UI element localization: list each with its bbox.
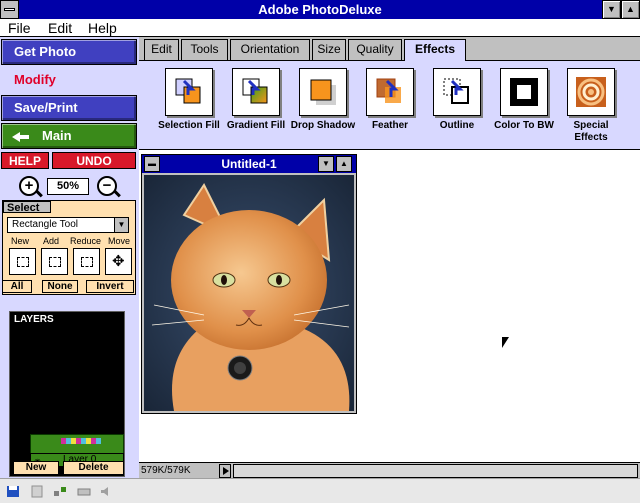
drive-icon[interactable] [77, 485, 91, 498]
mode-label-move: Move [108, 236, 131, 246]
gradient-fill-button[interactable] [232, 68, 280, 116]
selection-fill-icon [175, 78, 201, 104]
color-to-bw-label: Color To BW [494, 120, 554, 131]
marquee-icon [17, 257, 29, 267]
outline-button[interactable] [433, 68, 481, 116]
move-arrows-icon: ✥ [112, 253, 125, 270]
tab-quality[interactable]: Quality [348, 39, 402, 60]
mode-label-reduce: Reduce [70, 236, 102, 246]
select-title: Select [7, 202, 40, 214]
drop-shadow-button[interactable] [299, 68, 347, 116]
document-title: Untitled-1 [221, 157, 277, 171]
network-icon[interactable] [53, 485, 67, 498]
document-minimize-button[interactable]: ▼ [318, 156, 334, 172]
document-icon[interactable] [30, 485, 44, 498]
color-to-bw-icon [510, 78, 538, 106]
document-maximize-button[interactable]: ▲ [336, 156, 352, 172]
save-print-button[interactable]: Save/Print [1, 95, 137, 121]
maximize-button[interactable]: ▲ [621, 0, 640, 19]
window-title: Adobe PhotoDeluxe [258, 2, 382, 17]
mouse-pointer-icon [502, 337, 509, 348]
zoom-level: 50% [47, 178, 89, 195]
select-add-button[interactable] [41, 248, 68, 275]
selection-tool-dropdown[interactable]: Rectangle Tool ▼ [7, 217, 129, 233]
help-button[interactable]: HELP [1, 152, 49, 169]
layers-panel: LAYERS ◉ Layer 0 [9, 311, 125, 477]
feather-label: Feather [371, 120, 409, 131]
mode-label-add: Add [43, 236, 60, 246]
taskbar [0, 478, 640, 503]
select-invert-button[interactable]: Invert [86, 280, 134, 293]
special-effects-button[interactable] [567, 68, 615, 116]
delete-layer-button[interactable]: Delete [63, 461, 124, 475]
special-effects-icon [576, 77, 606, 107]
document-title-bar: ▬ Untitled-1 ▼ ▲ [142, 155, 356, 173]
left-panel: Get Photo Modify Save/Print Main HELP UN… [0, 37, 139, 478]
layer-thumbnail[interactable] [30, 434, 124, 454]
drop-shadow-label: Drop Shadow [290, 120, 356, 131]
get-photo-button[interactable]: Get Photo [1, 39, 137, 65]
layers-title: LAYERS [14, 314, 54, 325]
select-all-button[interactable]: All [2, 280, 32, 293]
tab-edit[interactable]: Edit [144, 39, 179, 60]
category-tabs: Edit Tools Orientation Size Quality Effe… [139, 37, 640, 62]
new-layer-button[interactable]: New [13, 461, 59, 475]
menu-help[interactable]: Help [88, 19, 117, 37]
minimize-button[interactable]: ▼ [602, 0, 621, 19]
back-arrow-icon [12, 132, 29, 142]
memory-status: 579K/579K [141, 465, 191, 476]
feather-button[interactable] [366, 68, 414, 116]
selection-fill-label: Selection Fill [158, 120, 220, 131]
outline-label: Outline [439, 120, 475, 131]
cat-image [144, 175, 354, 411]
status-bar: 579K/579K [139, 462, 640, 478]
select-none-button[interactable]: None [42, 280, 78, 293]
zoom-out-icon[interactable]: − [97, 176, 117, 196]
marquee-reduce-icon [81, 257, 93, 267]
effects-toolbar: Selection Fill Gradient Fill Drop Shadow… [139, 61, 640, 150]
mode-label-new: New [11, 236, 30, 246]
menu-bar: File Edit Help [0, 19, 640, 37]
document-window[interactable]: ▬ Untitled-1 ▼ ▲ [141, 154, 357, 414]
speaker-icon[interactable] [99, 485, 113, 498]
gradient-fill-label: Gradient Fill [226, 120, 286, 131]
undo-button[interactable]: UNDO [52, 152, 136, 169]
gradient-fill-icon [242, 78, 268, 104]
status-play-icon[interactable] [219, 464, 231, 478]
modify-button[interactable]: Modify [1, 67, 137, 93]
color-to-bw-button[interactable] [500, 68, 548, 116]
special-effects-label: Special Effects [573, 120, 609, 143]
document-menu-icon[interactable]: ▬ [144, 156, 160, 172]
cat-photo[interactable] [144, 175, 354, 411]
select-move-button[interactable]: ✥ [105, 248, 132, 275]
select-reduce-button[interactable] [73, 248, 100, 275]
menu-file[interactable]: File [8, 19, 31, 37]
tab-tools[interactable]: Tools [181, 39, 228, 60]
status-track [233, 464, 638, 478]
zoom-in-icon[interactable]: + [19, 176, 39, 196]
chevron-down-icon[interactable]: ▼ [114, 218, 128, 232]
main-button-label: Main [42, 128, 72, 143]
selection-tool-value: Rectangle Tool [12, 219, 78, 230]
tab-size[interactable]: Size [312, 39, 346, 60]
tab-effects[interactable]: Effects [404, 39, 466, 62]
drop-shadow-icon [310, 79, 336, 105]
main-button[interactable]: Main [1, 123, 137, 149]
marquee-add-icon [49, 257, 61, 267]
menu-edit[interactable]: Edit [48, 19, 72, 37]
title-bar: Adobe PhotoDeluxe ▼ ▲ [0, 0, 640, 19]
outline-icon [443, 78, 469, 104]
tab-orientation[interactable]: Orientation [230, 39, 310, 60]
floppy-disk-icon[interactable] [6, 485, 20, 498]
select-new-button[interactable] [9, 248, 36, 275]
feather-icon [376, 78, 401, 103]
selection-fill-button[interactable] [165, 68, 213, 116]
